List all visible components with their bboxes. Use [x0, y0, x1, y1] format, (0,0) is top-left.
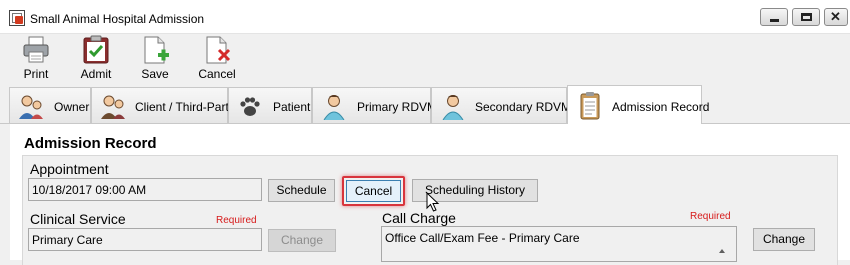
tab-secondary-rdvm-label: Secondary RDVM — [475, 100, 572, 114]
tab-admission-record[interactable]: Admission Record — [567, 85, 709, 124]
schedule-button[interactable]: Schedule — [268, 179, 335, 202]
doctor-icon — [323, 95, 345, 120]
save-label: Save — [141, 67, 169, 81]
print-button[interactable]: Print — [11, 35, 61, 85]
call-charge-label: Call Charge — [382, 210, 456, 226]
call-charge-field[interactable]: Office Call/Exam Fee - Primary Care — [381, 226, 737, 262]
tab-secondary-rdvm[interactable]: Secondary RDVM — [431, 87, 571, 123]
tab-primary-rdvm-label: Primary RDVM — [357, 100, 437, 114]
call-charge-change-button[interactable]: Change — [753, 228, 815, 251]
maximize-icon — [801, 13, 812, 21]
clipboard-check-icon — [83, 35, 109, 64]
close-icon: ✕ — [830, 9, 841, 24]
section-title: Admission Record — [24, 135, 157, 152]
tab-patient-label: Patient — [273, 100, 311, 114]
print-label: Print — [23, 67, 49, 81]
minimize-icon — [770, 19, 779, 22]
mouse-cursor-icon — [426, 192, 440, 212]
admit-label: Admit — [80, 67, 112, 81]
clipboard-icon — [580, 92, 600, 120]
tab-primary-rdvm[interactable]: Primary RDVM — [312, 87, 437, 123]
new-document-icon — [144, 36, 169, 64]
tab-admission-record-label: Admission Record — [612, 100, 710, 114]
close-button[interactable]: ✕ — [824, 8, 848, 26]
scroll-arrow-icon[interactable] — [717, 244, 727, 258]
tab-client-label: Client / Third-Party — [135, 100, 235, 114]
owner-icon — [19, 95, 43, 119]
clinical-service-change-button[interactable]: Change — [268, 229, 336, 252]
clinical-service-field[interactable]: Primary Care — [28, 228, 262, 251]
tab-patient[interactable]: Patient — [228, 87, 312, 123]
cancel-toolbar-label: Cancel — [198, 67, 236, 81]
title-bar: Small Animal Hospital Admission ✕ — [0, 0, 850, 34]
window-title: Small Animal Hospital Admission — [30, 12, 205, 26]
app-icon — [9, 10, 25, 26]
cancel-toolbar-button[interactable]: Cancel — [192, 35, 242, 85]
cancel-highlight — [342, 176, 405, 206]
clinical-service-label: Clinical Service — [30, 211, 126, 227]
clinical-service-required: Required — [216, 215, 257, 226]
tab-owner-label: Owner — [54, 100, 90, 114]
appointment-field[interactable]: 10/18/2017 09:00 AM — [28, 178, 262, 201]
tab-strip: Owner Client / Third-Party Patient Prima… — [0, 85, 850, 124]
paw-icon — [240, 97, 260, 116]
save-button[interactable]: Save — [130, 35, 180, 85]
maximize-button[interactable] — [792, 8, 820, 26]
doctor-icon — [442, 95, 464, 120]
minimize-button[interactable] — [760, 8, 788, 26]
appointment-label: Appointment — [30, 161, 109, 177]
printer-icon — [23, 36, 49, 63]
admit-button[interactable]: Admit — [71, 35, 121, 85]
toolbar: Print Admit Save Cancel — [0, 35, 850, 85]
tab-client-third-party[interactable]: Client / Third-Party — [91, 87, 235, 123]
client-icon — [101, 95, 125, 119]
call-charge-required: Required — [690, 211, 731, 222]
delete-document-icon — [206, 36, 231, 64]
tab-owner[interactable]: Owner — [9, 87, 91, 123]
